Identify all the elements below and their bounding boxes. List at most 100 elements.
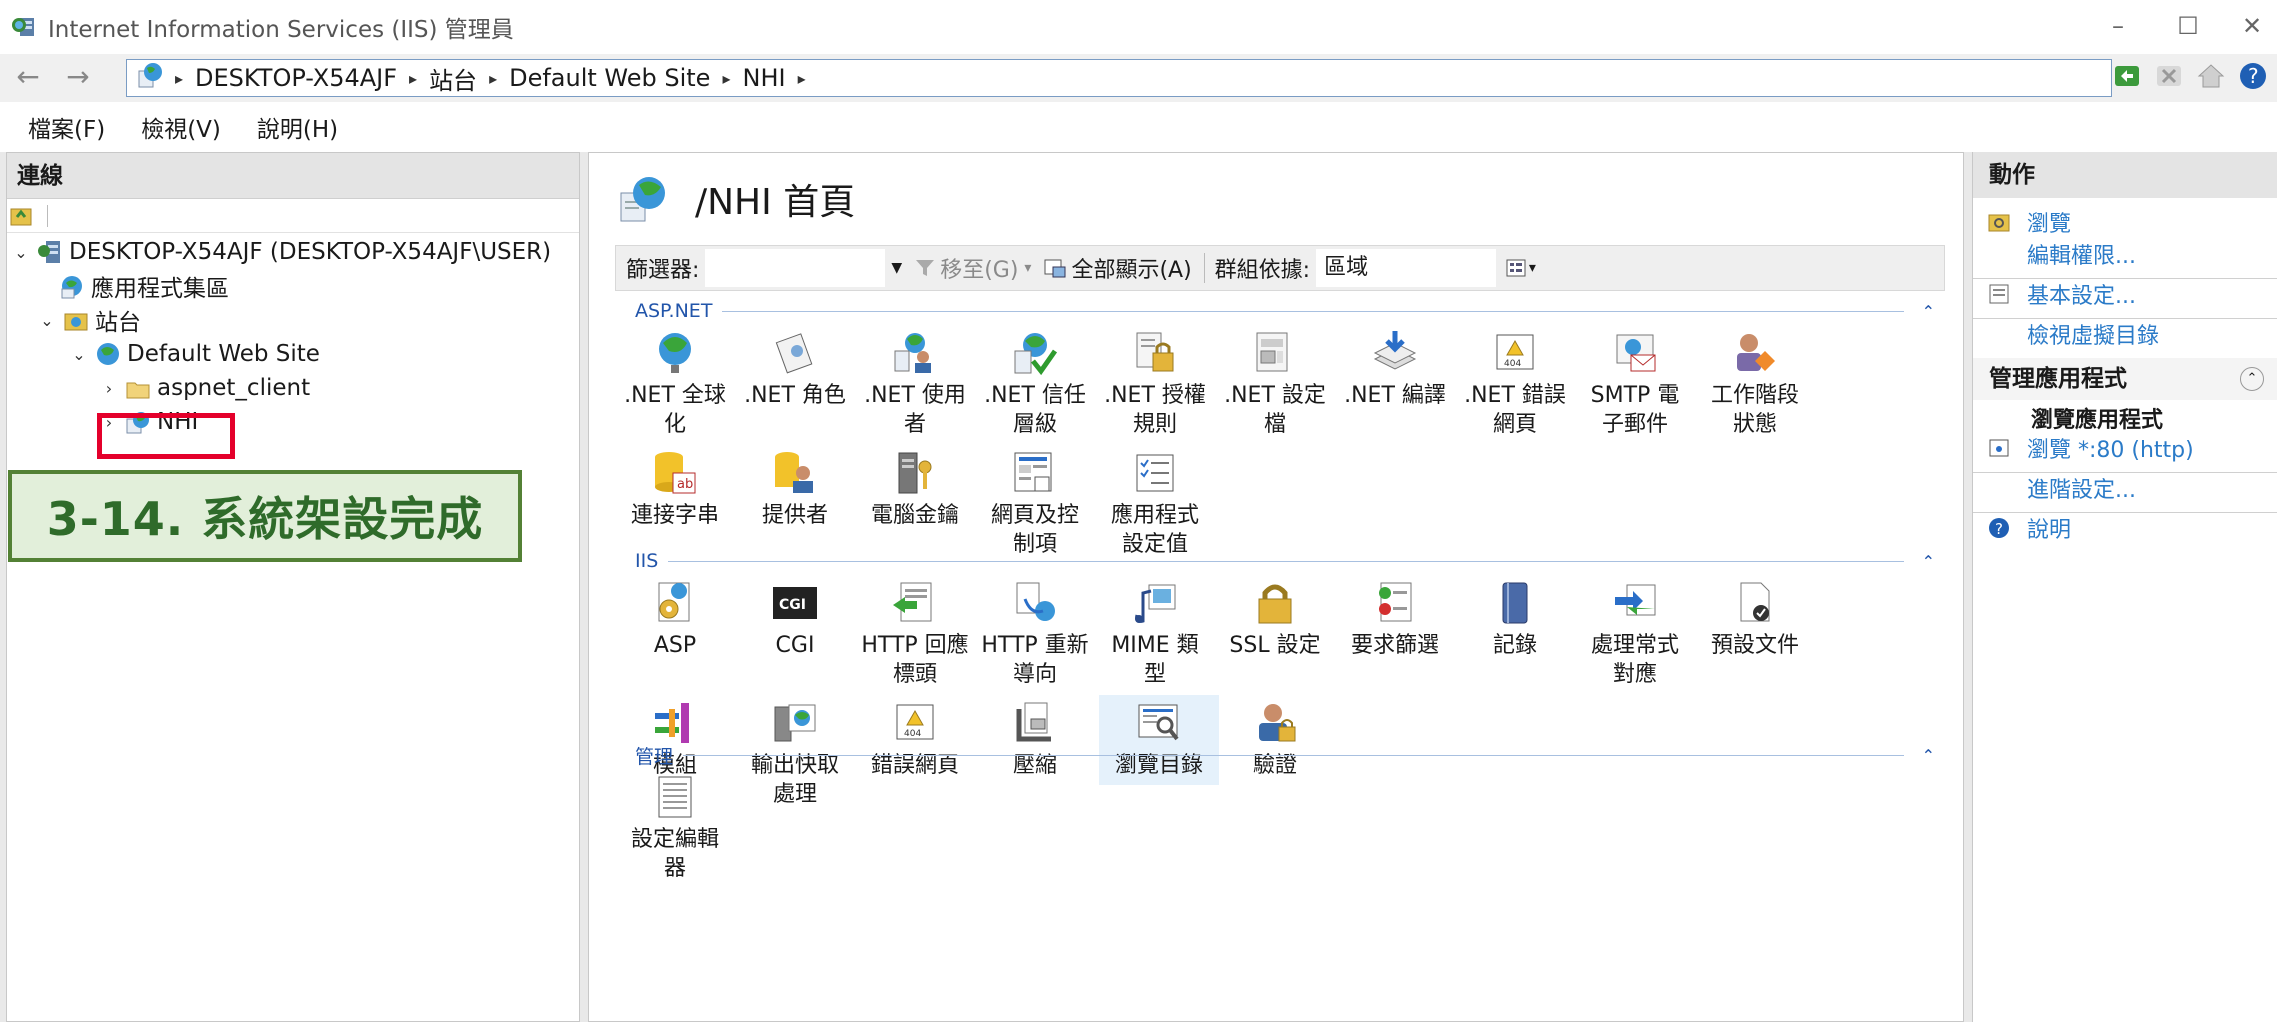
feature-net-profile[interactable]: .NET 設定 檔 — [1215, 329, 1335, 439]
goto-button[interactable]: 移至(G) — [914, 252, 1018, 284]
menu-file[interactable]: 檔案(F) — [28, 110, 105, 144]
action-link[interactable]: 編輯權限... — [2027, 238, 2136, 270]
expand-chevron-icon[interactable]: ⌄ — [37, 311, 57, 330]
feature-session-state[interactable]: 工作階段 狀態 — [1695, 329, 1815, 439]
feature-net-trust-levels[interactable]: .NET 信任 層級 — [975, 329, 1095, 439]
collapse-chevron-icon[interactable]: ⌃ — [2240, 367, 2264, 391]
filter-dropdown-icon[interactable]: ▼ — [891, 260, 902, 276]
forward-button[interactable]: → — [58, 62, 98, 94]
tree-node-aspnet-client[interactable]: › aspnet_client — [99, 371, 310, 405]
feature-pages-and-controls[interactable]: 網頁及控 制項 — [975, 449, 1095, 559]
breadcrumb-sites[interactable]: 站台 — [429, 61, 477, 96]
modules-icon — [651, 699, 699, 747]
feature-application-settings[interactable]: 應用程式 設定值 — [1095, 449, 1215, 559]
feature-cgi[interactable]: CGI CGI — [735, 579, 855, 660]
feature-http-response-headers[interactable]: HTTP 回應 標頭 — [855, 579, 975, 689]
menu-view[interactable]: 檢視(V) — [141, 110, 221, 144]
collapse-caret-icon[interactable]: ⌃ — [1922, 552, 1935, 571]
action-link[interactable]: 說明 — [2027, 512, 2071, 544]
feature-mime-types[interactable]: MIME 類 型 — [1095, 579, 1215, 689]
stop-icon[interactable] — [2153, 60, 2185, 92]
feature-configuration-editor[interactable]: 設定編輯 器 — [615, 773, 735, 883]
groupby-select[interactable]: 區域 — [1316, 249, 1497, 287]
action-advanced-settings[interactable]: 進階設定... — [1973, 468, 2277, 508]
error-404-icon: 404 — [1491, 329, 1539, 377]
iis-app-icon — [12, 16, 38, 38]
machine-key-icon — [891, 449, 939, 497]
collapse-caret-icon[interactable]: ⌃ — [1922, 746, 1935, 765]
feature-smtp-email[interactable]: SMTP 電 子郵件 — [1575, 329, 1695, 439]
feature-default-document[interactable]: 預設文件 — [1695, 579, 1815, 660]
expand-chevron-icon[interactable]: ⌄ — [69, 345, 89, 364]
feature-directory-browsing[interactable]: 瀏覽目錄 — [1099, 695, 1219, 785]
breadcrumb-server[interactable]: DESKTOP-X54AJF — [195, 64, 397, 92]
action-link[interactable]: 瀏覽 *:80 (http) — [2027, 432, 2194, 464]
action-view-virtual-dirs[interactable]: 檢視虛擬目錄 — [1973, 314, 2277, 354]
view-mode-button[interactable]: ▾ — [1505, 257, 1536, 279]
feature-request-filtering[interactable]: 要求篩選 — [1335, 579, 1455, 660]
breadcrumb-default-web-site[interactable]: Default Web Site — [509, 64, 710, 92]
address-bar[interactable]: ▸ DESKTOP-X54AJF ▸ 站台 ▸ Default Web Site… — [126, 59, 2112, 97]
connections-toolbar — [7, 199, 579, 233]
show-all-button[interactable]: 全部顯示(A) — [1043, 252, 1192, 284]
feature-asp[interactable]: ASP — [615, 579, 735, 660]
breadcrumb-separator: ▸ — [722, 68, 731, 88]
action-edit-permissions[interactable]: 編輯權限... — [1973, 234, 2277, 274]
filter-input[interactable] — [705, 249, 886, 287]
feature-net-users[interactable]: .NET 使用 者 — [855, 329, 975, 439]
feature-error-pages[interactable]: 404 錯誤網頁 — [855, 699, 975, 780]
feature-net-authorization-rules[interactable]: .NET 授權 規則 — [1095, 329, 1215, 439]
tree-label: aspnet_client — [157, 375, 311, 401]
tree-node-sites[interactable]: ⌄ 站台 — [37, 303, 141, 337]
collapse-caret-icon[interactable]: ⌃ — [1922, 302, 1935, 321]
maximize-button[interactable]: ☐ — [2158, 8, 2218, 44]
feature-handler-mappings[interactable]: 處理常式 對應 — [1575, 579, 1695, 689]
section-management-header[interactable]: 管理 ⌃ — [635, 743, 1935, 768]
feature-ssl-settings[interactable]: SSL 設定 — [1215, 579, 1335, 660]
close-button[interactable]: ✕ — [2222, 8, 2277, 44]
page-title: /NHI 首頁 — [619, 173, 855, 225]
feature-providers[interactable]: 提供者 — [735, 449, 855, 530]
tree-node-app-pools[interactable]: 應用程式集區 — [53, 269, 229, 303]
menu-help[interactable]: 說明(H) — [257, 110, 338, 144]
connect-icon[interactable] — [9, 203, 35, 235]
goto-dropdown-icon[interactable]: ▾ — [1024, 260, 1031, 276]
section-aspnet-header[interactable]: ASP.NET ⌃ — [635, 299, 1935, 323]
action-browse-80[interactable]: 瀏覽 *:80 (http) — [1973, 428, 2277, 468]
feature-label: 設定編輯 器 — [630, 827, 719, 881]
feature-net-compilation[interactable]: .NET 編譯 — [1335, 329, 1455, 410]
show-all-icon — [1044, 259, 1066, 278]
manage-application-group[interactable]: 管理應用程式 ⌃ — [1973, 358, 2277, 400]
feature-net-globalization[interactable]: .NET 全球 化 — [615, 329, 735, 439]
expand-chevron-icon[interactable]: ⌄ — [11, 243, 31, 262]
icon-ab-text: ab — [677, 477, 693, 492]
view-mode-icon — [1506, 259, 1526, 277]
breadcrumb-nhi[interactable]: NHI — [742, 64, 785, 92]
feature-net-error-pages[interactable]: 404 .NET 錯誤 網頁 — [1455, 329, 1575, 439]
back-button[interactable]: ← — [8, 62, 48, 94]
action-basic-settings[interactable]: 基本設定... — [1973, 274, 2277, 314]
action-link[interactable]: 進階設定... — [2027, 472, 2136, 504]
feature-http-redirect[interactable]: HTTP 重新 導向 — [975, 579, 1095, 689]
feature-connection-strings[interactable]: ab 連接字串 — [615, 449, 735, 530]
feature-logging[interactable]: 記錄 — [1455, 579, 1575, 660]
action-help[interactable]: ? 說明 — [1973, 508, 2277, 548]
tree-node-default-web-site[interactable]: ⌄ Default Web Site — [69, 337, 320, 371]
expand-chevron-icon[interactable]: › — [99, 379, 119, 398]
feature-authentication[interactable]: 驗證 — [1215, 699, 1335, 780]
feature-machine-key[interactable]: 電腦金鑰 — [855, 449, 975, 530]
action-link[interactable]: 基本設定... — [2027, 278, 2136, 310]
explore-folder-icon — [1987, 210, 2011, 234]
feature-modules[interactable]: 模組 — [615, 699, 735, 780]
tree-node-server[interactable]: ⌄ DESKTOP-X54AJF (DESKTOP-X54AJF\USER) — [11, 235, 551, 269]
help-icon[interactable]: ? — [2237, 60, 2269, 92]
feature-compression[interactable]: 壓縮 — [975, 699, 1095, 780]
website-globe-icon — [95, 341, 121, 367]
request-filtering-icon — [1371, 579, 1419, 627]
minimize-button[interactable]: – — [2088, 8, 2148, 44]
home-icon[interactable] — [2195, 60, 2227, 92]
action-link[interactable]: 檢視虛擬目錄 — [2027, 318, 2159, 350]
refresh-icon[interactable] — [2111, 60, 2143, 92]
feature-net-roles[interactable]: .NET 角色 — [735, 329, 855, 410]
section-iis-header[interactable]: IIS ⌃ — [635, 549, 1935, 573]
